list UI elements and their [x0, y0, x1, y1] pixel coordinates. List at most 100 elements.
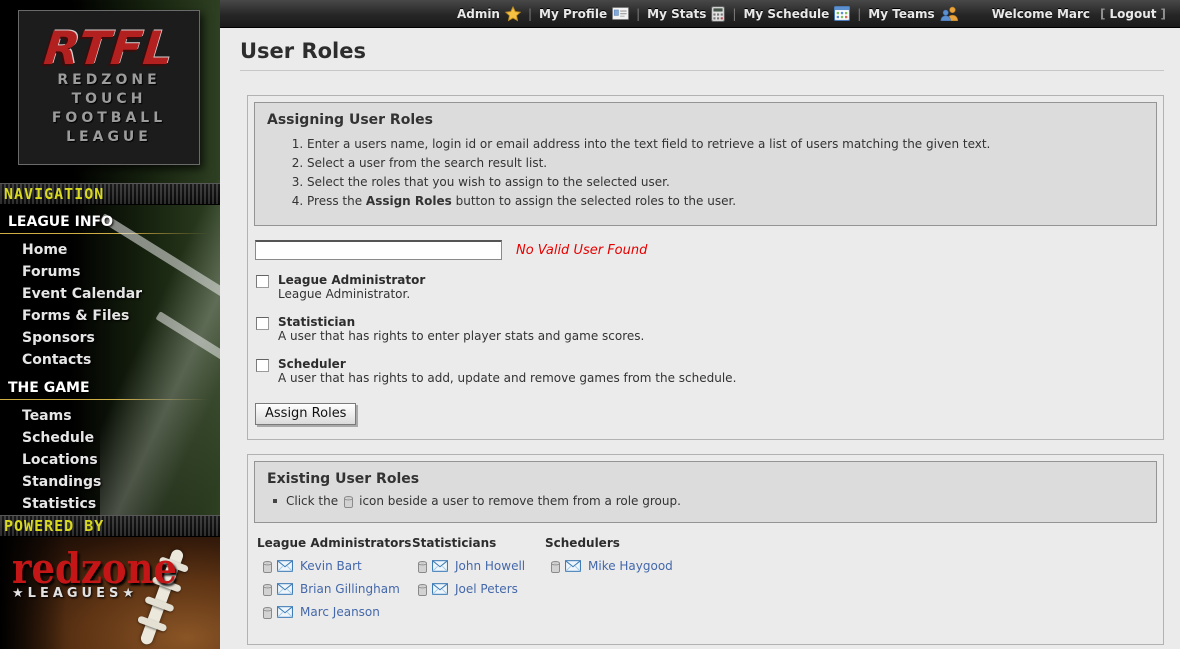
email-icon[interactable] — [565, 560, 581, 572]
user-link[interactable]: Joel Peters — [455, 582, 518, 596]
sidebar-item-schedule[interactable]: Schedule — [0, 427, 220, 449]
user-link[interactable]: John Howell — [455, 559, 525, 573]
sidebar-item-statistics[interactable]: Statistics — [0, 493, 220, 515]
page-title: User Roles — [240, 39, 1180, 63]
role-description: League Administrator. — [278, 287, 425, 302]
email-icon[interactable] — [432, 560, 448, 572]
topbar-item-admin[interactable]: Admin — [450, 6, 528, 22]
sidebar-item-forums[interactable]: Forums — [0, 261, 220, 283]
user-row: Mike Haygood — [550, 559, 673, 573]
group-title: Statisticians — [412, 536, 545, 550]
role-description: A user that has rights to enter player s… — [278, 329, 644, 344]
rtfl-logo[interactable]: RTFL REDZONE TOUCH FOOTBALL LEAGUE — [18, 10, 200, 165]
assign-roles-panel: Assigning User Roles Enter a users name,… — [247, 95, 1164, 440]
user-row: Joel Peters — [417, 582, 545, 596]
sidebar-item-home[interactable]: Home — [0, 239, 220, 261]
no-valid-user-message: No Valid User Found — [516, 243, 647, 258]
existing-roles-panel: Existing User Roles Click the icon besid… — [247, 454, 1164, 645]
logout-bracket: ] — [1161, 7, 1166, 21]
sidebar-section-the-game: THE GAME — [0, 371, 220, 399]
league-logo-area: RTFL REDZONE TOUCH FOOTBALL LEAGUE — [0, 0, 220, 183]
bin-icon[interactable] — [262, 560, 273, 573]
role-option-statistician: Statistician A user that has rights to e… — [256, 315, 1157, 344]
calendar-icon — [834, 6, 850, 21]
group-statisticians: Statisticians John Howell Joel Peters — [412, 536, 545, 628]
topbar-item-label: My Stats — [647, 7, 706, 21]
remove-hint: Click the icon beside a user to remove t… — [273, 494, 1144, 508]
user-row: Brian Gillingham — [262, 582, 412, 596]
assign-instructions-list: Enter a users name, login id or email ad… — [267, 137, 1144, 209]
user-row: Marc Jeanson — [262, 605, 412, 619]
group-schedulers: Schedulers Mike Haygood — [545, 536, 673, 628]
email-icon[interactable] — [432, 583, 448, 595]
football-lace — [137, 615, 168, 632]
sidebar-item-standings[interactable]: Standings — [0, 471, 220, 493]
assign-roles-instructions-box: Assigning User Roles Enter a users name,… — [254, 102, 1157, 226]
bin-icon[interactable] — [417, 583, 428, 596]
powered-by-led-header: POWERED BY — [0, 515, 220, 537]
email-icon[interactable] — [277, 606, 293, 618]
group-league-administrators: League Administrators Kevin Bart Brian G… — [257, 536, 412, 628]
role-name: League Administrator — [278, 273, 425, 287]
instruction-step-1: Enter a users name, login id or email ad… — [307, 137, 1144, 152]
instruction-step-4-pre: Press the — [307, 194, 366, 208]
remove-hint-pre: Click the — [286, 494, 338, 508]
group-title: Schedulers — [545, 536, 673, 550]
email-icon[interactable] — [277, 583, 293, 595]
redzone-logo-name: redzone — [12, 548, 177, 587]
user-link[interactable]: Mike Haygood — [588, 559, 673, 573]
role-option-league-administrator: League Administrator League Administrato… — [256, 273, 1157, 302]
role-option-scheduler: Scheduler A user that has rights to add,… — [256, 357, 1157, 386]
topbar: Admin | My Profile | My Stats | My Sched… — [220, 0, 1180, 28]
navigation-led-header: NAVIGATION — [0, 183, 220, 205]
sidebar: RTFL REDZONE TOUCH FOOTBALL LEAGUE NAVIG… — [0, 0, 220, 649]
logout-link[interactable]: [ Logout ] — [1100, 7, 1166, 21]
topbar-item-my-profile[interactable]: My Profile — [532, 7, 636, 21]
sidebar-item-locations[interactable]: Locations — [0, 449, 220, 471]
logout-bracket: [ — [1100, 7, 1105, 21]
sidebar-item-event-calendar[interactable]: Event Calendar — [0, 283, 220, 305]
role-groups: League Administrators Kevin Bart Brian G… — [257, 536, 1157, 628]
bin-icon[interactable] — [417, 560, 428, 573]
instruction-step-4-post: button to assign the selected roles to t… — [452, 194, 736, 208]
user-link[interactable]: Marc Jeanson — [300, 605, 380, 619]
bin-icon — [343, 495, 354, 508]
redzone-leagues-logo[interactable]: redzone ★LEAGUES★ — [0, 537, 220, 601]
title-divider — [240, 70, 1164, 71]
instruction-step-3: Select the roles that you wish to assign… — [307, 175, 1144, 190]
topbar-item-label: My Schedule — [743, 7, 829, 21]
group-icon — [940, 6, 959, 21]
user-link[interactable]: Kevin Bart — [300, 559, 362, 573]
bin-icon[interactable] — [262, 583, 273, 596]
logout-label: Logout — [1110, 7, 1157, 21]
existing-roles-heading: Existing User Roles — [267, 471, 1144, 487]
vcard-icon — [612, 7, 629, 20]
topbar-item-my-schedule[interactable]: My Schedule — [736, 6, 857, 21]
sidebar-item-teams[interactable]: Teams — [0, 405, 220, 427]
instruction-step-4-bold: Assign Roles — [366, 194, 452, 208]
email-icon[interactable] — [277, 560, 293, 572]
assign-roles-heading: Assigning User Roles — [267, 112, 1144, 128]
topbar-item-my-teams[interactable]: My Teams — [861, 6, 965, 21]
user-search-input[interactable] — [255, 240, 502, 260]
role-checkbox[interactable] — [256, 317, 269, 330]
role-checkbox[interactable] — [256, 359, 269, 372]
sidebar-item-contacts[interactable]: Contacts — [0, 349, 220, 371]
bin-icon[interactable] — [262, 606, 273, 619]
bin-icon[interactable] — [550, 560, 561, 573]
role-name: Statistician — [278, 315, 644, 329]
topbar-item-my-stats[interactable]: My Stats — [640, 6, 732, 22]
calculator-icon — [711, 6, 725, 22]
user-search-row: No Valid User Found — [255, 240, 1157, 260]
star-icon — [505, 6, 521, 22]
sidebar-item-sponsors[interactable]: Sponsors — [0, 327, 220, 349]
rtfl-logo-line: LEAGUE — [19, 128, 199, 147]
assign-roles-button[interactable]: Assign Roles — [255, 403, 356, 425]
sidebar-item-forms-files[interactable]: Forms & Files — [0, 305, 220, 327]
user-link[interactable]: Brian Gillingham — [300, 582, 400, 596]
user-row: John Howell — [417, 559, 545, 573]
user-row: Kevin Bart — [262, 559, 412, 573]
role-checkbox[interactable] — [256, 275, 269, 288]
rtfl-logo-abbr: RTFL — [17, 25, 202, 71]
rtfl-logo-line: TOUCH — [19, 90, 199, 109]
